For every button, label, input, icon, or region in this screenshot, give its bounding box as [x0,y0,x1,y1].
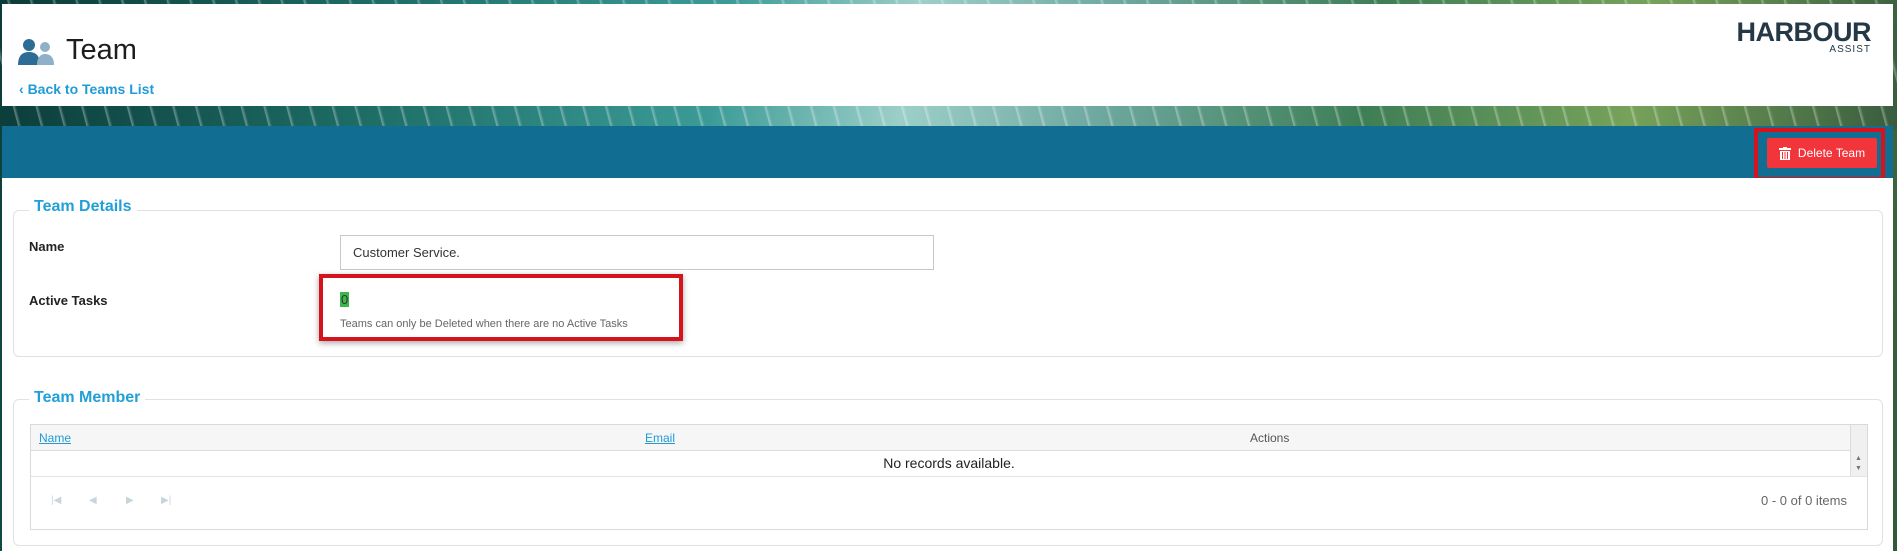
last-page-icon[interactable]: ▶| [161,495,171,506]
trash-icon [1778,146,1791,160]
delete-hint-text: Teams can only be Deleted when there are… [340,318,628,330]
team-icon [18,39,54,65]
active-tasks-highlight [319,274,683,341]
active-tasks-value: 0 [340,292,350,307]
back-to-teams-link[interactable]: ‹ Back to Teams List [19,81,154,97]
next-page-icon[interactable]: ▶ [126,495,134,506]
main-content: Team Details Name Active Tasks 0 Teams c… [2,178,1893,551]
scroll-down-icon[interactable]: ▼ [1855,465,1862,472]
chevron-left-icon: ‹ [19,81,24,97]
team-member-legend: Team Member [29,389,146,407]
delete-team-button[interactable]: Delete Team [1767,138,1877,168]
name-label: Name [29,239,65,254]
page-title: Team [66,34,137,66]
grid-scrollbar[interactable]: ▲ ▼ [1850,425,1867,476]
team-member-grid: Name Email Actions No records available.… [30,424,1868,530]
pager-info: 0 - 0 of 0 items [1761,493,1847,508]
column-header-email[interactable]: Email [645,431,675,445]
pager-divider [31,476,1867,477]
no-records-message: No records available. [883,455,1015,471]
active-tasks-label: Active Tasks [29,293,108,308]
team-name-input[interactable] [340,235,934,270]
column-header-actions: Actions [1250,431,1290,445]
team-details-legend: Team Details [29,198,137,216]
back-link-label: Back to Teams List [27,81,155,97]
grid-header: Name Email Actions [31,425,1867,451]
action-toolbar [2,126,1893,178]
delete-team-label: Delete Team [1797,146,1866,160]
scroll-up-icon[interactable]: ▲ [1855,455,1862,462]
prev-page-icon[interactable]: ◀ [89,495,97,506]
team-details-section [13,210,1883,357]
page-header: Team ‹ Back to Teams List HARBOUR ASSIST [2,4,1893,106]
first-page-icon[interactable]: |◀ [51,495,61,506]
column-header-name[interactable]: Name [39,431,71,445]
harbour-assist-logo: HARBOUR ASSIST [1736,17,1872,55]
